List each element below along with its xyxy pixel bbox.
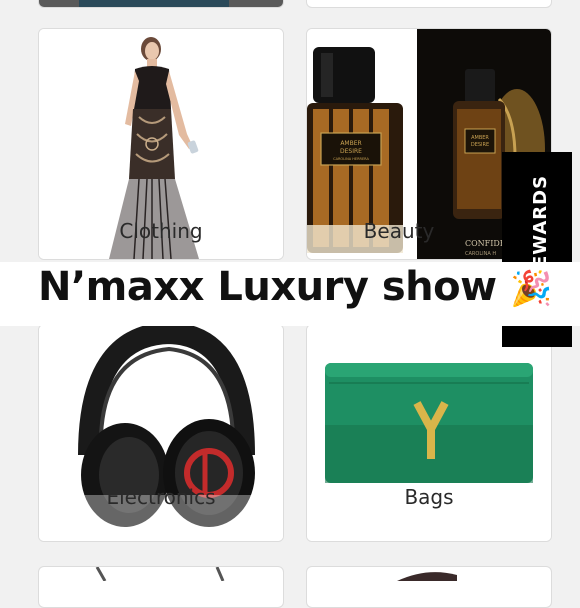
shoe-photo-partial [397, 572, 457, 581]
page-title-text: N’maxx Luxury show [38, 264, 497, 310]
category-card-bottom-left-partial[interactable] [38, 566, 284, 608]
page-title: N’maxx Luxury show 🎉 [38, 264, 552, 310]
category-card-top-right-partial[interactable] [306, 0, 552, 8]
ad-brand-text: CAROLINA H [465, 251, 496, 257]
category-label-clothing: Clothing [119, 219, 203, 243]
category-card-electronics[interactable]: Electronics [38, 324, 284, 542]
category-card-bottom-right-partial[interactable] [306, 566, 552, 608]
category-label-bags: Bags [404, 485, 454, 509]
bottle-text-1: AMBER [340, 140, 361, 147]
category-card-top-left-partial[interactable] [38, 0, 284, 8]
ad-bottle-text-2: DESIRE [471, 142, 489, 148]
category-card-clothing[interactable]: Clothing [38, 28, 284, 260]
category-card-bags[interactable]: Bags [306, 324, 552, 542]
bottle-text-2: DESIRE [340, 148, 362, 155]
ad-bottle-text-1: AMBER [471, 135, 489, 141]
necklace-photo-partial [95, 567, 225, 582]
top-left-image-strip [79, 0, 229, 7]
rewards-tab-label: EWARDS [530, 174, 551, 268]
party-popper-icon: 🎉 [510, 269, 552, 309]
bottle-sub-text: CAROLINA HERRERA [333, 157, 369, 161]
category-label-electronics: Electronics [106, 485, 216, 509]
